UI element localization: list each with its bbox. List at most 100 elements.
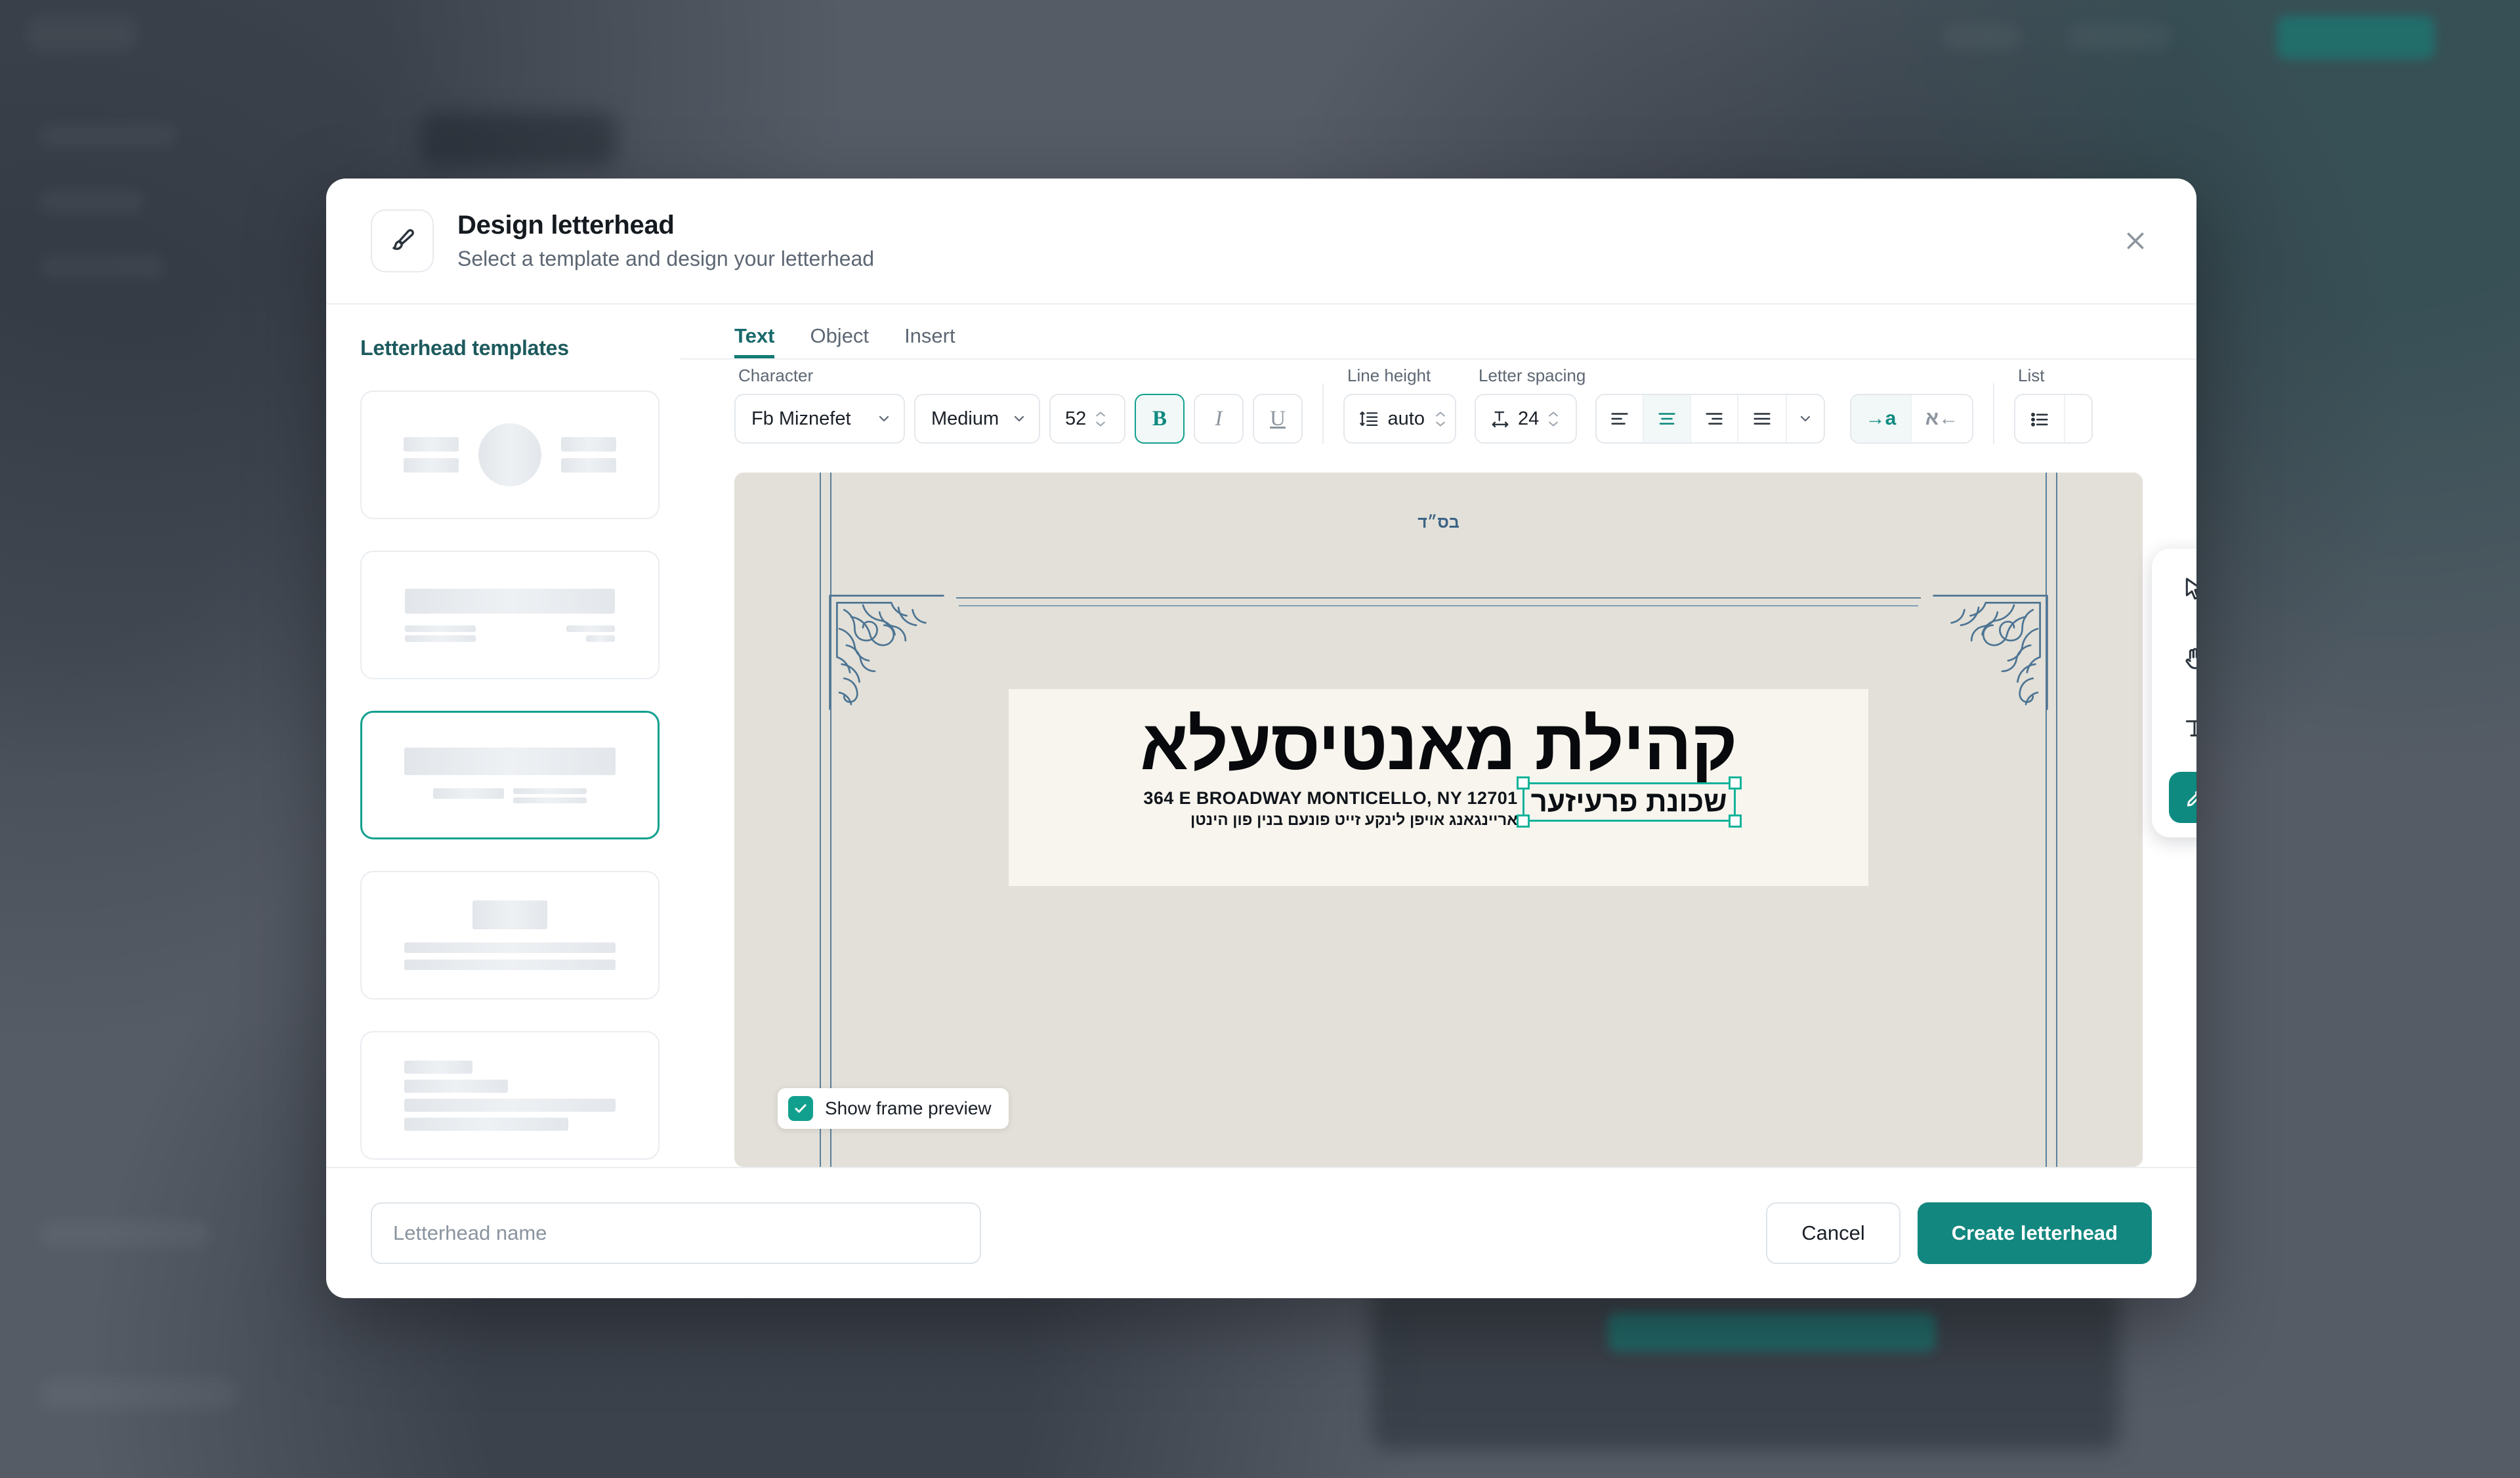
tool-palette bbox=[2152, 549, 2196, 837]
align-left-button[interactable] bbox=[1597, 395, 1644, 442]
underline-button[interactable]: U bbox=[1253, 394, 1303, 444]
direction-rtl-label: א← bbox=[1925, 408, 1959, 429]
letter-spacing-stepper-arrows[interactable] bbox=[1547, 410, 1560, 428]
resize-handle-top-right[interactable] bbox=[1728, 776, 1742, 790]
template-card-2[interactable] bbox=[360, 551, 660, 679]
list-more-button[interactable] bbox=[2065, 395, 2091, 442]
chevron-down-icon bbox=[1800, 415, 1811, 422]
chevron-down-icon bbox=[1014, 415, 1024, 422]
background-ghost-button-2 bbox=[2067, 24, 2172, 50]
font-family-value: Fb Miznefet bbox=[751, 408, 851, 429]
text-tool-icon[interactable] bbox=[2169, 702, 2196, 753]
hand-pan-icon[interactable] bbox=[2169, 633, 2196, 684]
editor-tabs: Text Object Insert bbox=[681, 305, 2196, 360]
neighborhood-label: שכונת פרעיזער bbox=[1530, 786, 1727, 818]
bsd-text[interactable]: בס״ד bbox=[734, 513, 2143, 532]
text-align-segmented[interactable] bbox=[1595, 394, 1825, 444]
page-subtitle: Select a template and design your letter… bbox=[457, 247, 875, 271]
chevron-down-icon bbox=[879, 415, 889, 422]
letter-spacing-icon bbox=[1492, 411, 1509, 428]
background-ghost-footer-1 bbox=[39, 1221, 210, 1247]
underline-label: U bbox=[1270, 406, 1286, 431]
bullet-list-icon bbox=[2031, 412, 2048, 427]
letterhead-address[interactable]: 364 E BROADWAY MONTICELLO, NY 12701 אריי… bbox=[1143, 784, 1517, 830]
select-cursor-icon[interactable] bbox=[2169, 563, 2196, 614]
eyedropper-icon[interactable] bbox=[2169, 772, 2196, 823]
chevron-up-icon bbox=[1549, 412, 1559, 416]
background-ghost-nav-2 bbox=[39, 190, 144, 213]
tab-insert[interactable]: Insert bbox=[904, 324, 956, 358]
letter-spacing-label: Letter spacing bbox=[1479, 366, 1586, 385]
direction-rtl-button[interactable]: א← bbox=[1912, 395, 1972, 442]
templates-pane: Letterhead templates bbox=[326, 305, 681, 1167]
list-group: List bbox=[2014, 366, 2093, 444]
toolbar-divider-2 bbox=[1993, 383, 1994, 444]
close-icon[interactable] bbox=[2112, 218, 2158, 264]
background-ghost-logo bbox=[26, 17, 138, 51]
font-family-select[interactable]: Fb Miznefet bbox=[734, 394, 905, 444]
bold-button[interactable]: B bbox=[1135, 394, 1185, 444]
resize-handle-bottom-left[interactable] bbox=[1516, 814, 1530, 828]
italic-button[interactable]: I bbox=[1194, 394, 1244, 444]
tab-text[interactable]: Text bbox=[734, 324, 775, 358]
letterhead-canvas[interactable]: בס״ד קהילת מאנטיסעלא שכונת פרעיזער 364 E… bbox=[734, 473, 2143, 1167]
font-weight-select[interactable]: Medium bbox=[914, 394, 1040, 444]
background-ghost-footer-2 bbox=[39, 1378, 236, 1410]
align-left-icon bbox=[1611, 413, 1628, 425]
create-letterhead-button[interactable]: Create letterhead bbox=[1917, 1202, 2152, 1264]
line-height-group: Line height auto bbox=[1343, 366, 1456, 444]
chevron-up-icon bbox=[1436, 412, 1445, 416]
align-justify-button[interactable] bbox=[1738, 395, 1786, 442]
character-label: Character bbox=[738, 366, 814, 385]
chevron-down-icon bbox=[1096, 421, 1106, 426]
address-english: 364 E BROADWAY MONTICELLO, NY 12701 bbox=[1143, 788, 1518, 809]
line-height-stepper[interactable]: auto bbox=[1343, 394, 1456, 444]
text-direction-segmented[interactable]: →a א← bbox=[1850, 394, 1973, 444]
direction-ltr-label: →a bbox=[1865, 408, 1897, 429]
align-right-button[interactable] bbox=[1691, 395, 1738, 442]
background-ghost-card-accent bbox=[1608, 1313, 1936, 1352]
show-frame-preview-label: Show frame preview bbox=[825, 1098, 992, 1118]
font-size-stepper-arrows[interactable] bbox=[1094, 410, 1107, 428]
list-label: List bbox=[2018, 366, 2045, 385]
neighborhood-text[interactable]: שכונת פרעיזער bbox=[1516, 776, 1742, 828]
background-ghost-heading bbox=[420, 112, 617, 167]
cancel-button[interactable]: Cancel bbox=[1766, 1202, 1900, 1264]
list-segmented[interactable] bbox=[2014, 394, 2093, 444]
background-ghost-nav-1 bbox=[39, 125, 177, 147]
character-group: Character Fb Miznefet Medium 52 B I U bbox=[734, 366, 1303, 444]
font-size-value: 52 bbox=[1065, 408, 1087, 429]
align-center-icon bbox=[1658, 413, 1675, 425]
line-height-stepper-arrows[interactable] bbox=[1434, 410, 1447, 428]
letterhead-title[interactable]: קהילת מאנטיסעלא bbox=[1140, 707, 1737, 782]
templates-list[interactable] bbox=[326, 391, 681, 1167]
align-right-icon bbox=[1706, 413, 1723, 425]
tab-object[interactable]: Object bbox=[810, 324, 869, 358]
checkbox-checked-icon bbox=[788, 1096, 813, 1121]
dialog-header-text: Design letterhead Select a template and … bbox=[457, 210, 874, 272]
chevron-down-icon bbox=[1549, 421, 1559, 426]
toolbar-divider-1 bbox=[1322, 383, 1324, 444]
templates-title: Letterhead templates bbox=[360, 336, 569, 360]
template-card-3[interactable] bbox=[360, 711, 660, 839]
direction-ltr-button[interactable]: →a bbox=[1851, 395, 1912, 442]
template-card-4[interactable] bbox=[360, 871, 660, 1000]
background-ghost-card bbox=[1372, 1286, 2120, 1450]
letter-spacing-stepper[interactable]: 24 bbox=[1475, 394, 1577, 444]
bullet-list-button[interactable] bbox=[2015, 395, 2065, 442]
template-card-5[interactable] bbox=[360, 1031, 660, 1160]
frame-top-rule bbox=[956, 597, 1921, 599]
align-more-button[interactable] bbox=[1786, 395, 1824, 442]
show-frame-preview-toggle[interactable]: Show frame preview bbox=[778, 1088, 1009, 1129]
template-card-1[interactable] bbox=[360, 391, 660, 519]
letterhead-content-card[interactable]: קהילת מאנטיסעלא שכונת פרעיזער 364 E BROA… bbox=[1009, 689, 1868, 886]
resize-handle-top-left[interactable] bbox=[1516, 776, 1530, 790]
line-height-label: Line height bbox=[1347, 366, 1431, 385]
letter-spacing-value: 24 bbox=[1518, 408, 1540, 429]
font-size-stepper[interactable]: 52 bbox=[1049, 394, 1125, 444]
letterhead-name-input[interactable] bbox=[371, 1202, 981, 1264]
background-ghost-nav-3 bbox=[39, 256, 164, 278]
align-center-button[interactable] bbox=[1644, 395, 1691, 442]
resize-handle-bottom-right[interactable] bbox=[1728, 814, 1742, 828]
corner-ornament-top-right bbox=[1931, 593, 2049, 711]
